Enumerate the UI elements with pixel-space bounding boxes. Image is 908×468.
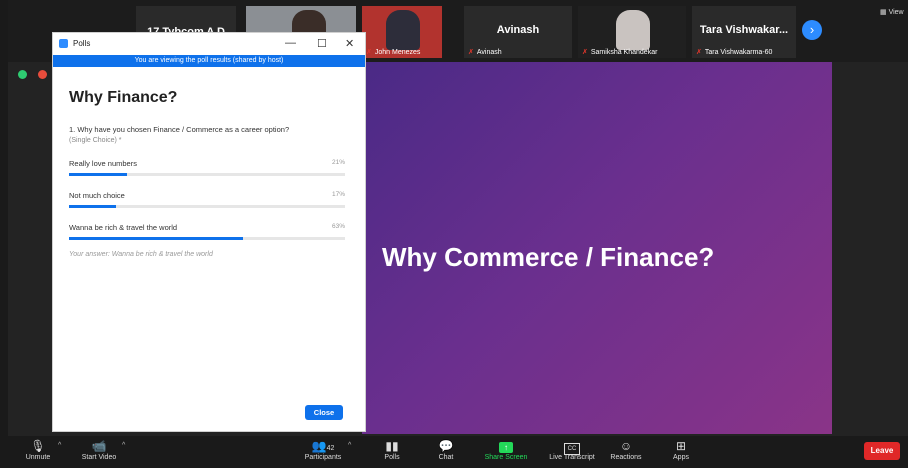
polls-app-icon	[59, 39, 68, 48]
leave-button[interactable]: Leave	[864, 442, 900, 460]
participant-label: ✗ Avinash	[468, 49, 502, 56]
polls-window-title: Polls	[73, 39, 91, 48]
poll-option-label: Wanna be rich & travel the world	[69, 223, 178, 232]
slide-title: Why Commerce / Finance?	[382, 242, 715, 272]
participants-button[interactable]: 👥42 Participants	[300, 438, 346, 461]
your-answer: Your answer: Wanna be rich & travel the …	[69, 251, 213, 258]
unmute-button[interactable]: 🎙 Unmute	[16, 438, 60, 461]
participant-tile[interactable]: Tara Vishwakar... ✗ Tara Vishwakarma-60	[692, 6, 796, 58]
poll-option-percent: 17%	[331, 191, 345, 198]
participants-icon: 👥42	[311, 439, 335, 453]
polls-window: Polls — ☐ ✕ You are viewing the poll res…	[52, 32, 366, 432]
poll-question-type: (Single Choice) *	[69, 137, 122, 144]
poll-option: Really love numbers 21%	[69, 159, 345, 176]
muted-mic-icon: ✗	[468, 49, 474, 56]
start-video-button[interactable]: 📹 Start Video	[74, 438, 124, 461]
poll-result-bar	[69, 173, 127, 176]
poll-option-percent: 21%	[331, 159, 345, 166]
poll-result-track	[69, 205, 345, 208]
meeting-toolbar: 🎙 Unmute ^ 📹 Start Video ^ 👥42 Participa…	[8, 436, 908, 468]
participant-label: ✗ Tara Vishwakarma-60	[696, 49, 773, 56]
polls-icon: ▮▮	[385, 439, 399, 453]
reactions-button[interactable]: ☺ Reactions	[606, 438, 646, 461]
share-screen-icon: ↑	[478, 438, 534, 454]
participant-video	[386, 10, 420, 50]
apps-button[interactable]: ⊞ Apps	[666, 438, 696, 461]
participants-caret-icon[interactable]: ^	[348, 442, 351, 449]
video-options-caret-icon[interactable]: ^	[122, 442, 125, 449]
video-off-icon: 📹	[91, 439, 107, 453]
chat-button[interactable]: 💬 Chat	[432, 438, 460, 461]
chat-icon: 💬	[438, 439, 454, 453]
audio-options-caret-icon[interactable]: ^	[58, 442, 61, 449]
shared-screen-slide: Why Commerce / Finance?	[362, 62, 832, 434]
poll-result-track	[69, 173, 345, 176]
polls-titlebar: Polls — ☐ ✕	[53, 33, 365, 55]
poll-result-track	[69, 237, 345, 240]
live-transcript-button[interactable]: CC Live Transcript	[542, 438, 602, 461]
reactions-icon: ☺	[619, 439, 633, 453]
poll-option-label: Not much choice	[69, 191, 125, 200]
maximize-button[interactable]: ☐	[317, 37, 327, 50]
poll-results-banner: You are viewing the poll results (shared…	[53, 55, 365, 67]
participant-name: Tara Vishwakar...	[699, 24, 789, 36]
poll-result-bar	[69, 237, 243, 240]
close-window-button[interactable]: ✕	[345, 37, 354, 50]
participant-name: Avinash	[496, 24, 540, 36]
participant-video-tile[interactable]: ✗ John Menezes	[362, 6, 442, 58]
share-screen-button[interactable]: ↑ Share Screen	[478, 438, 534, 461]
participant-label: ✗ John Menezes	[366, 49, 421, 56]
view-button[interactable]: ▦ View	[880, 8, 904, 16]
poll-option-percent: 63%	[331, 223, 345, 230]
participant-video	[616, 10, 650, 50]
minimize-button[interactable]: —	[285, 37, 296, 49]
polls-button[interactable]: ▮▮ Polls	[376, 438, 408, 461]
close-button[interactable]: Close	[305, 405, 343, 420]
participant-tile[interactable]: Avinash ✗ Avinash	[464, 6, 572, 58]
security-shield-icon[interactable]	[18, 70, 27, 79]
muted-mic-icon: ✗	[366, 49, 372, 56]
poll-heading: Why Finance?	[69, 89, 178, 106]
zoom-meeting-window: 17 Tybcom A D ✗John Menezes Avinash ✗Avi…	[8, 0, 908, 468]
poll-result-bar	[69, 205, 116, 208]
muted-mic-icon: ✗	[696, 49, 702, 56]
closed-caption-icon: CC	[542, 438, 602, 455]
recording-icon	[38, 70, 47, 79]
poll-option: Not much choice 17%	[69, 191, 345, 208]
poll-option-label: Really love numbers	[69, 159, 137, 168]
muted-mic-icon: 🎙	[30, 439, 46, 453]
apps-icon: ⊞	[675, 439, 687, 453]
muted-mic-icon: ✗	[582, 49, 588, 56]
poll-question: 1. Why have you chosen Finance / Commerc…	[69, 125, 290, 134]
participant-video-tile[interactable]: ✗ Samiksha Khandekar	[578, 6, 686, 58]
chevron-right-icon[interactable]: ›	[802, 20, 822, 40]
participant-label: ✗ Samiksha Khandekar	[582, 49, 658, 56]
poll-option: Wanna be rich & travel the world 63%	[69, 223, 345, 240]
